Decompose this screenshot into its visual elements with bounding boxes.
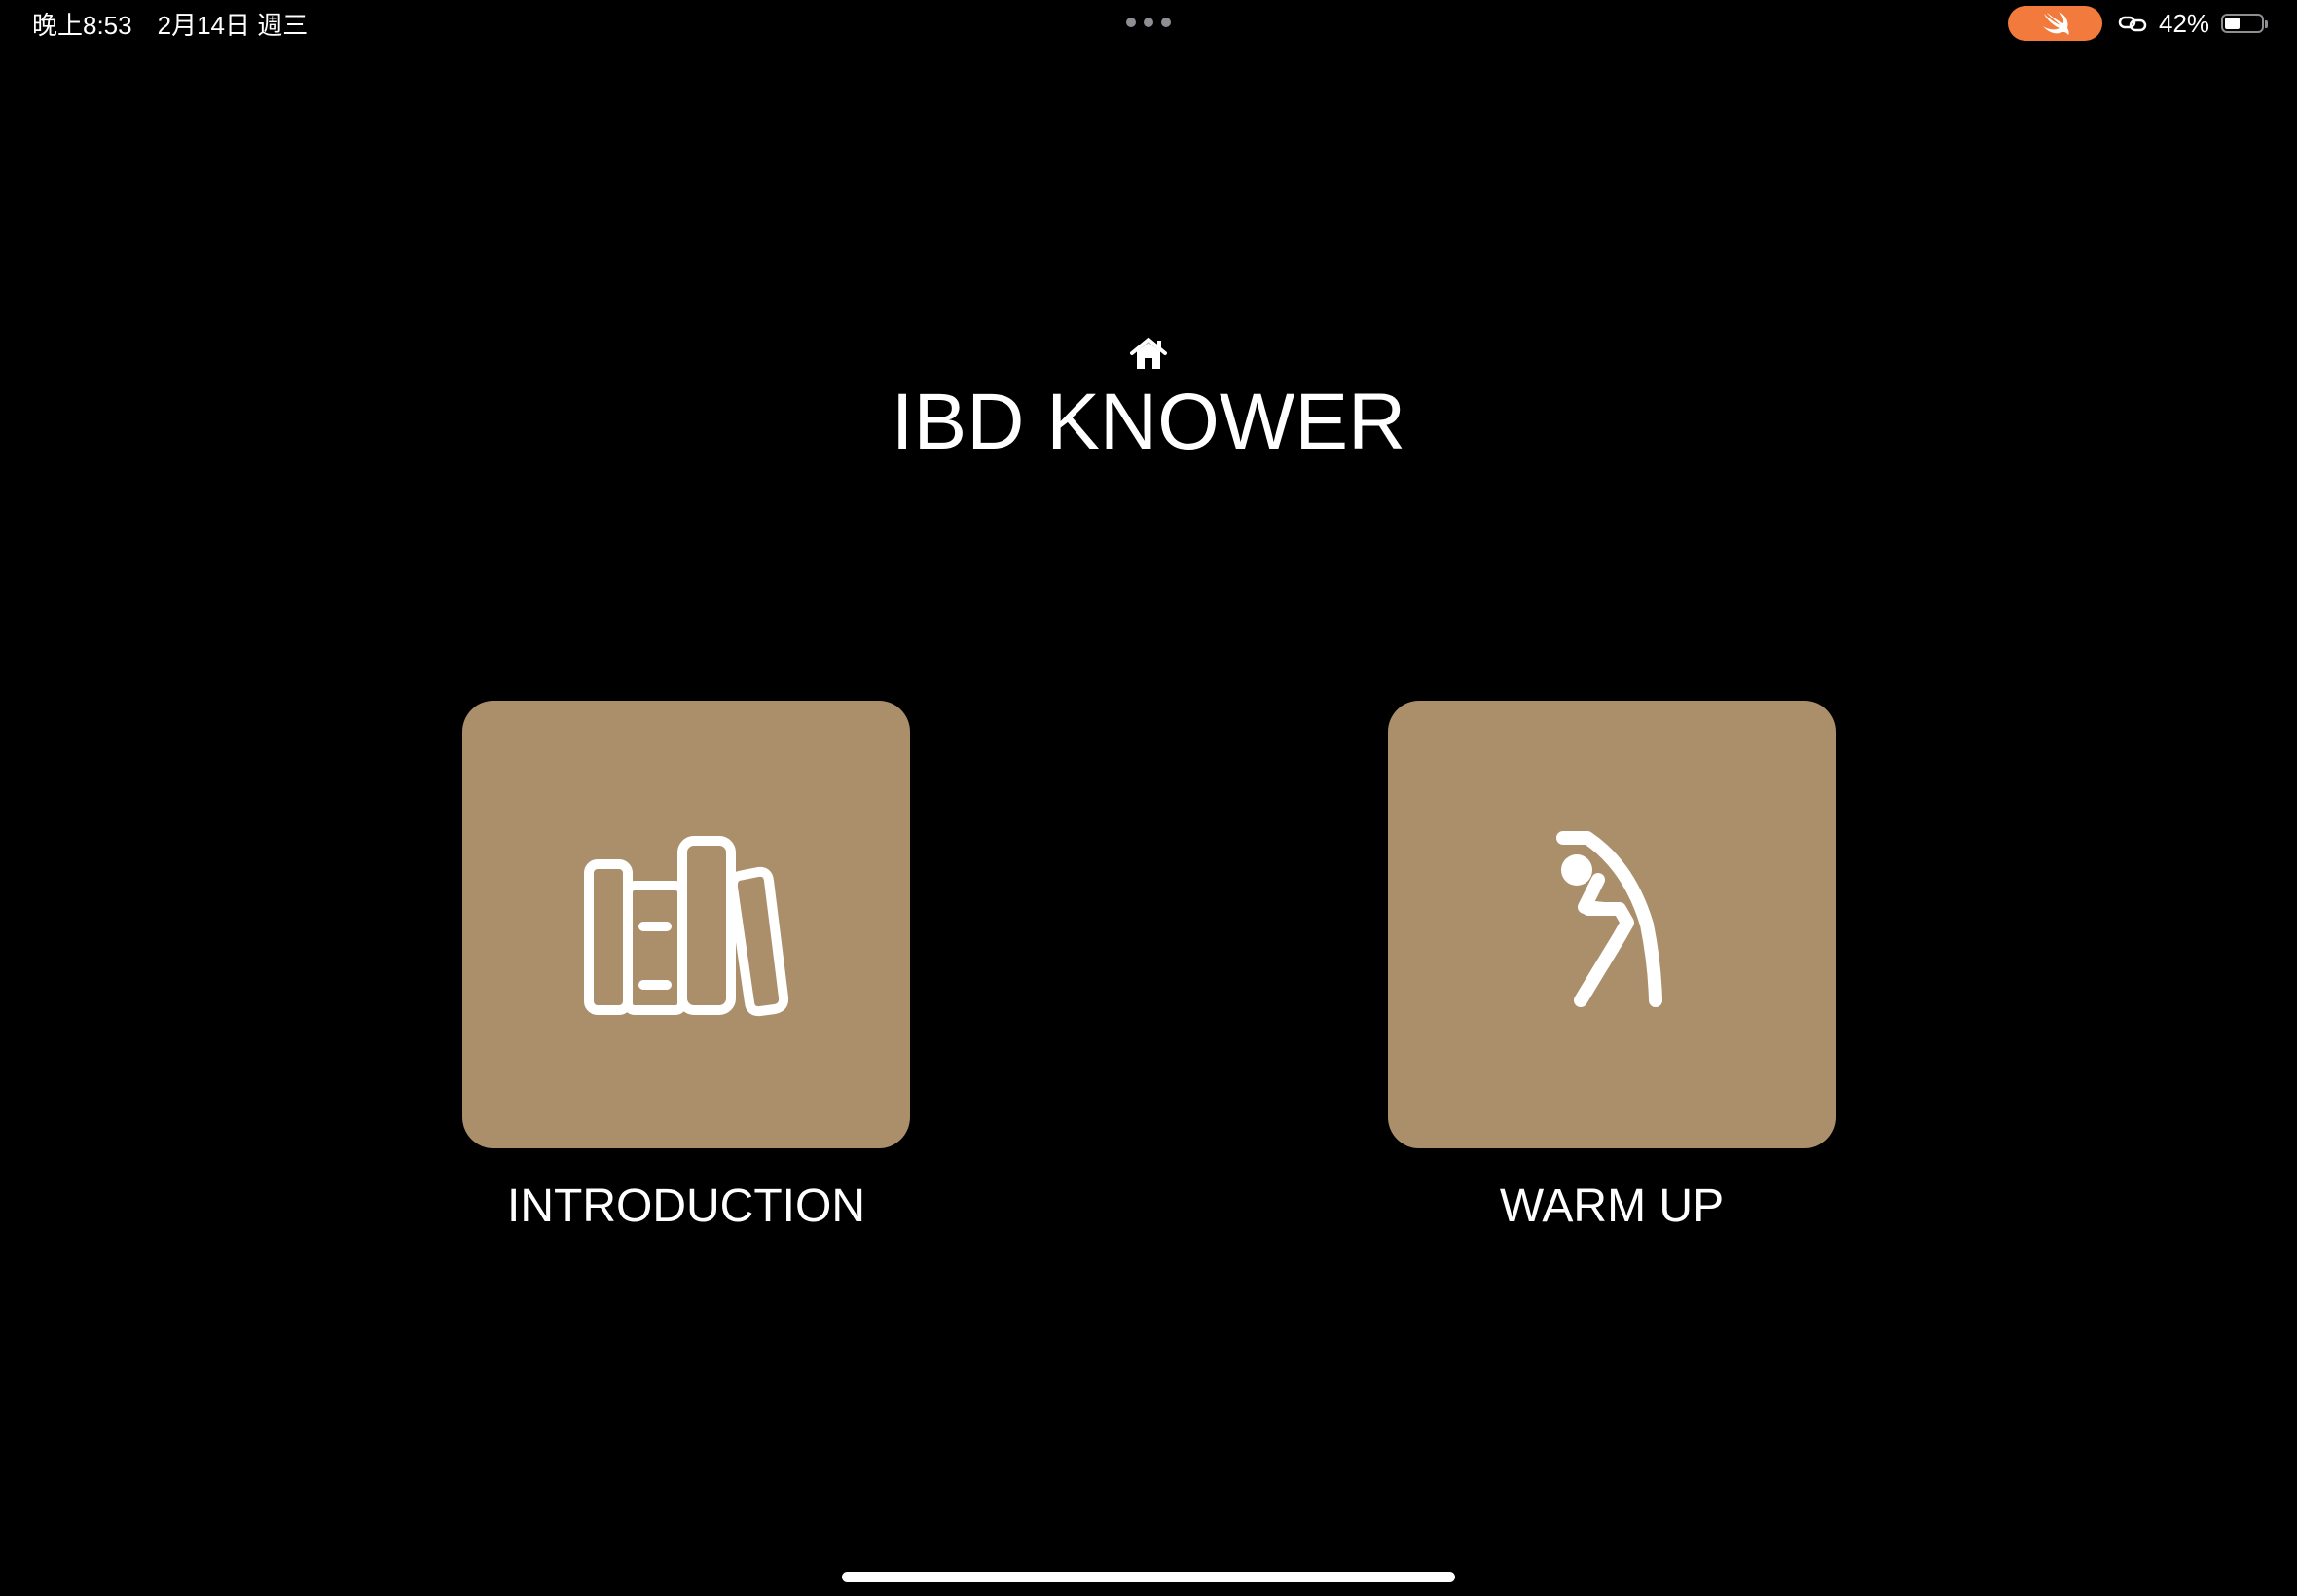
stretching-figure-icon [1556, 831, 1662, 1007]
page-title: IBD KNOWER [891, 378, 1406, 466]
swift-playgrounds-indicator[interactable] [2008, 6, 2102, 41]
dot-icon [1126, 18, 1136, 27]
warm-up-tile-button[interactable] [1388, 701, 1836, 1148]
introduction-label[interactable]: INTRODUCTION [394, 1178, 978, 1236]
books-icon [584, 836, 789, 1017]
app-screen: 晚上8:53 2月14日 週三 42% IBD KNOWER INTRODUCT… [0, 0, 2297, 1596]
multitasking-menu-button[interactable] [1126, 17, 1171, 28]
home-indicator[interactable] [842, 1572, 1455, 1582]
battery-level-fill [2225, 18, 2241, 29]
battery-tip [2265, 20, 2269, 28]
battery-percentage: 42% [2159, 8, 2210, 38]
warm-up-label[interactable]: WARM UP [1320, 1178, 1904, 1236]
house-icon [1128, 335, 1169, 372]
status-time: 晚上8:53 [32, 10, 132, 40]
battery-icon [2221, 14, 2269, 33]
dot-icon [1144, 18, 1153, 27]
status-bar-right: 42% [2118, 6, 2269, 41]
status-bar-left: 晚上8:53 2月14日 週三 [32, 6, 308, 41]
introduction-tile-button[interactable] [462, 701, 910, 1148]
status-date: 2月14日 週三 [157, 10, 309, 40]
dot-icon [1161, 18, 1171, 27]
link-icon [2118, 14, 2147, 33]
swift-bird-icon [2042, 12, 2069, 35]
